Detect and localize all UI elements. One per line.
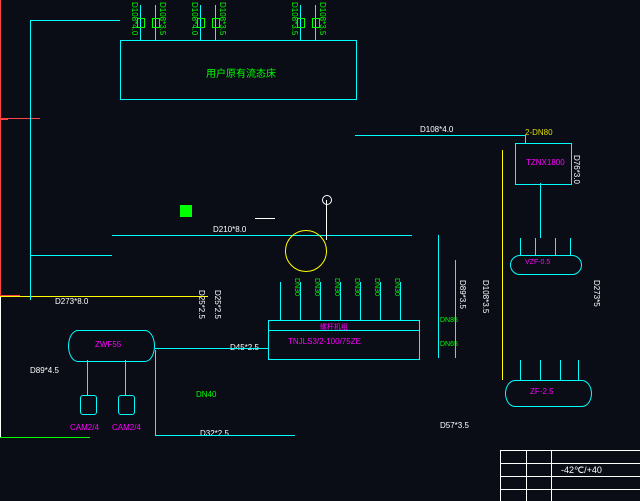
left-main-v — [30, 20, 31, 300]
redv1 — [0, 0, 1, 118]
zf-s3 — [560, 360, 561, 380]
lbl-tnj: TNJLS3/2-100/75ZE — [288, 337, 361, 346]
lbl-vzf: VZF-0.5 — [525, 259, 550, 266]
lbl-d273: D273*8.0 — [55, 297, 88, 306]
lbl-d210: D210*8.0 — [213, 225, 246, 234]
pump1 — [80, 395, 97, 415]
vzf-s2 — [535, 238, 536, 255]
tnjlbl5: DN30 — [373, 278, 380, 296]
lbl-d108r: D108*3.5 — [481, 280, 490, 313]
green-bot — [0, 437, 90, 438]
wline2 — [326, 200, 327, 240]
lbl-cam1: CAM2/4 — [70, 423, 99, 432]
lbl-2dn80: 2-DN80 — [525, 128, 553, 137]
top-block: 用户原有流态床 — [120, 40, 357, 100]
tnj-s1 — [280, 282, 281, 320]
title-block: -42℃/+40 — [500, 450, 640, 501]
valve-top-6 — [312, 18, 320, 28]
tnj-s7 — [400, 282, 401, 320]
tnjlbl4: DN30 — [353, 278, 360, 296]
d108-top-right — [355, 135, 525, 136]
lbl-tznx: TZNX1800 — [526, 158, 565, 167]
lbl-d25a: D25*2.5 — [197, 290, 206, 319]
tznx-down — [540, 183, 541, 238]
bottom-h1 — [155, 435, 295, 436]
vzf-s3 — [555, 238, 556, 255]
tnjlbl6: DN30 — [393, 278, 400, 296]
valve-top-2 — [152, 18, 160, 28]
lbl-zwf: ZWF55 — [95, 340, 121, 349]
vzf-s1 — [520, 238, 521, 255]
wline1 — [255, 218, 275, 219]
valve-top-3 — [197, 18, 205, 28]
small-circ — [322, 195, 332, 205]
lbl-dn85g: DN85 — [440, 317, 458, 324]
filter-circle — [285, 230, 327, 272]
lbl-d108top: D108*4.0 — [420, 125, 453, 134]
left-top-h — [30, 20, 120, 21]
vzf-s4 — [570, 238, 571, 255]
tnj-s5 — [360, 282, 361, 320]
yellow-vert-r — [502, 150, 503, 380]
top-block-label: 用户原有流态床 — [206, 65, 276, 80]
lbl-d89l: D89*4.5 — [30, 366, 59, 375]
lbl-d57: D57*3.5 — [440, 421, 469, 430]
lbl-tnjtop: 螺杆机组 — [320, 322, 348, 332]
tnj-s3 — [320, 282, 321, 320]
redv3 — [0, 215, 1, 295]
valve-top-1 — [137, 18, 145, 28]
mrv1 — [438, 235, 439, 358]
d45-line — [155, 348, 268, 349]
lbl-d25b: D25*2.5 — [213, 290, 222, 319]
pump1-line — [87, 360, 88, 395]
pump2-line — [125, 360, 126, 395]
bottom-v1 — [155, 350, 156, 435]
temp-label: -42℃/+40 — [561, 465, 602, 476]
lbl-d273v: D273*5 — [592, 280, 601, 307]
zf-s4 — [578, 360, 579, 380]
white-v-r — [0, 297, 1, 437]
lbl-dn40: DN40 — [196, 390, 216, 399]
lbl-zf: ZF-2.5 — [530, 387, 554, 396]
tnj-s2 — [300, 282, 301, 320]
lbl-d32: D32*2.5 — [200, 429, 229, 438]
tnjlbl2: DN30 — [313, 278, 320, 296]
tnj-s6 — [380, 282, 381, 320]
lbl-d89v: D89*3.5 — [458, 280, 467, 309]
drawing-canvas: 用户原有流态床 D108*4.0 D108*3.5 D108*4.0 D108*… — [0, 0, 640, 501]
tnjlbl1: DN30 — [293, 278, 300, 296]
tnj-s4 — [340, 282, 341, 320]
zf-s1 — [520, 360, 521, 380]
zf-s2 — [540, 360, 541, 380]
green-ind — [180, 205, 192, 217]
lbl-dn65g: DN65 — [440, 341, 458, 348]
redh2 — [0, 119, 8, 120]
redv2 — [0, 120, 1, 215]
lbl-d76: D76*3.0 — [572, 155, 581, 184]
valve-top-5 — [297, 18, 305, 28]
yellow-bottom — [0, 296, 208, 297]
pump2 — [118, 395, 135, 415]
lbl-cam2: CAM2/4 — [112, 423, 141, 432]
valve-top-4 — [212, 18, 220, 28]
tnjlbl3: DN30 — [333, 278, 340, 296]
header-left — [30, 255, 112, 256]
header-mid — [112, 235, 412, 236]
